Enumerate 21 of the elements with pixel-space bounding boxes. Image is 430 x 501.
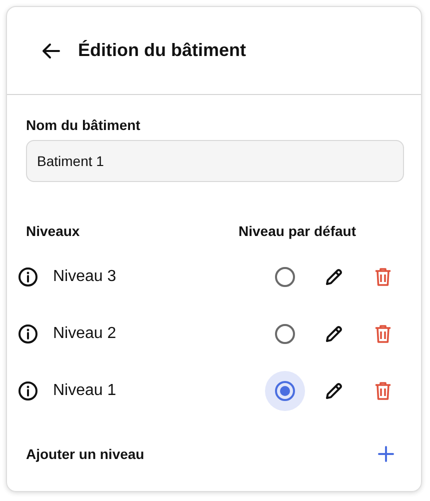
field-label: Nom du bâtiment [26, 117, 142, 133]
add-level-label: Ajouter un niveau [26, 446, 144, 462]
column-header: Niveaux [26, 223, 81, 239]
input-field[interactable]: Batiment 1 [26, 140, 404, 182]
pencil-icon[interactable] [324, 266, 344, 286]
info-icon[interactable] [18, 266, 38, 286]
radio-button[interactable] [275, 324, 295, 344]
trash-icon[interactable] [374, 266, 392, 286]
level-name: Niveau 1 [53, 382, 118, 400]
trash-icon[interactable] [374, 380, 392, 400]
level-name: Niveau 2 [53, 324, 118, 342]
page-title: Édition du bâtiment [78, 40, 246, 61]
column-header: Niveau par défaut [238, 223, 356, 239]
pencil-icon[interactable] [324, 380, 344, 400]
radio-button[interactable] [275, 266, 295, 286]
trash-icon[interactable] [374, 324, 392, 344]
info-icon[interactable] [18, 324, 38, 344]
level-name: Niveau 3 [53, 268, 118, 286]
pencil-icon[interactable] [324, 324, 344, 344]
radio-button[interactable] [275, 380, 295, 400]
info-icon[interactable] [18, 380, 38, 400]
